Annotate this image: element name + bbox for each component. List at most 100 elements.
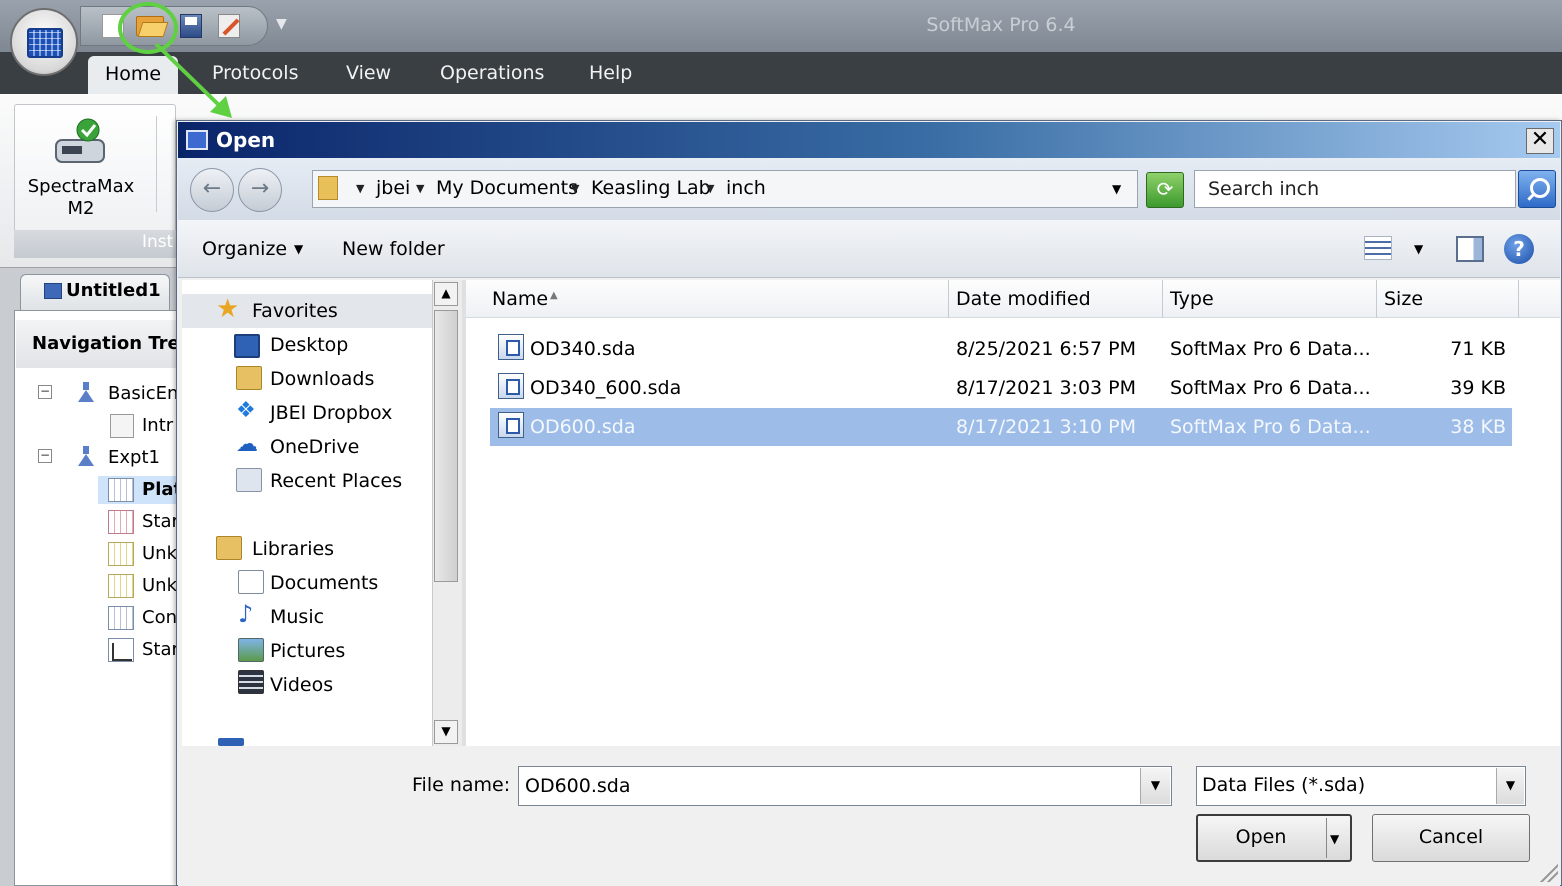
column-separator[interactable] (1376, 280, 1377, 318)
column-header-name[interactable]: Name (492, 288, 548, 310)
column-separator[interactable] (948, 280, 949, 318)
tree-item-standard-curve[interactable]: Star (142, 639, 179, 660)
downloads-icon (236, 366, 262, 390)
videos-icon (238, 670, 264, 694)
column-header-size[interactable]: Size (1384, 288, 1423, 310)
breadcrumb-inch[interactable]: inch (726, 177, 766, 199)
breadcrumb-chevron-icon[interactable]: ▼ (416, 182, 424, 195)
preview-pane-icon[interactable] (1456, 236, 1484, 262)
address-history-dropdown-icon[interactable]: ▼ (1112, 182, 1121, 196)
documents-icon (238, 570, 264, 594)
nav-music[interactable]: Music (270, 606, 324, 628)
nav-jbei-dropbox[interactable]: JBEI Dropbox (270, 402, 392, 424)
collapse-toggle[interactable]: − (38, 449, 52, 463)
open-options-dropdown-icon[interactable]: ▼ (1330, 832, 1339, 846)
scroll-down-icon[interactable]: ▼ (434, 720, 458, 744)
tree-item-intro[interactable]: Intr (142, 415, 173, 436)
tab-help[interactable]: Help (589, 62, 632, 84)
nav-downloads[interactable]: Downloads (270, 368, 374, 390)
folder-icon (318, 176, 338, 200)
nav-pictures[interactable]: Pictures (270, 640, 345, 662)
back-button[interactable]: ← (190, 168, 234, 212)
tab-view[interactable]: View (346, 62, 391, 84)
close-button[interactable]: ✕ (1526, 128, 1554, 154)
open-button-label[interactable]: Open (1196, 826, 1326, 848)
nav-documents[interactable]: Documents (270, 572, 378, 594)
tree-item-unknowns[interactable]: Unk (142, 543, 177, 564)
customize-toolbar-icon[interactable]: ▼ (276, 16, 287, 32)
file-type: SoftMax Pro 6 Data... (1170, 377, 1371, 399)
sda-file-icon (498, 373, 524, 399)
dialog-title-bar (178, 122, 1560, 158)
file-size: 38 KB (1450, 416, 1506, 438)
new-folder-button[interactable]: New folder (342, 238, 445, 260)
change-view-icon[interactable] (1364, 236, 1392, 260)
nav-videos[interactable]: Videos (270, 674, 333, 696)
scroll-thumb[interactable] (434, 310, 458, 582)
nav-onedrive[interactable]: OneDrive (270, 436, 359, 458)
breadcrumb-chevron-icon[interactable]: ▼ (571, 182, 579, 195)
file-type-dropdown-icon[interactable]: ▼ (1496, 768, 1524, 804)
organize-menu[interactable]: Organize (202, 238, 287, 260)
file-date: 8/17/2021 3:03 PM (956, 377, 1137, 399)
unknowns-icon (108, 574, 134, 598)
standards-icon (108, 510, 134, 534)
nav-recent-places[interactable]: Recent Places (270, 470, 402, 492)
star-icon: ★ (216, 294, 240, 324)
file-name-label: File name: (412, 774, 511, 796)
tree-item-controls[interactable]: Con (142, 607, 177, 628)
tree-item-expt1[interactable]: Expt1 (108, 447, 160, 468)
tree-item-standards[interactable]: Star (142, 511, 179, 532)
collapse-toggle[interactable]: − (38, 385, 52, 399)
instrument-icon[interactable] (52, 118, 110, 168)
breadcrumb-jbei[interactable]: jbei (376, 177, 410, 199)
file-name-input[interactable] (518, 766, 1172, 806)
save-icon[interactable] (180, 14, 202, 38)
standard-curve-icon (108, 638, 134, 662)
file-date: 8/17/2021 3:10 PM (956, 416, 1137, 438)
column-header-date-modified[interactable]: Date modified (956, 288, 1091, 310)
recent-places-icon (236, 468, 262, 492)
search-icon[interactable] (1518, 170, 1556, 208)
nav-libraries[interactable]: Libraries (252, 538, 334, 560)
refresh-button[interactable]: ⟳ (1146, 172, 1184, 208)
breadcrumb-my-documents[interactable]: My Documents (436, 177, 578, 199)
view-options-chevron-icon[interactable]: ▼ (1414, 242, 1423, 256)
resize-grip-icon[interactable] (1538, 862, 1558, 882)
cancel-button-label[interactable]: Cancel (1372, 826, 1530, 848)
breadcrumb-chevron-icon[interactable]: ▼ (356, 182, 364, 195)
libraries-icon (216, 536, 242, 560)
nav-desktop[interactable]: Desktop (270, 334, 348, 356)
file-type: SoftMax Pro 6 Data... (1170, 416, 1371, 438)
column-separator[interactable] (1162, 280, 1163, 318)
help-icon[interactable]: ? (1504, 234, 1534, 264)
controls-icon (108, 606, 134, 630)
tree-item-basicen[interactable]: BasicEn (108, 383, 178, 404)
experiment-flask-icon (78, 382, 94, 402)
nav-favorites[interactable]: Favorites (252, 300, 338, 322)
chevron-down-icon[interactable]: ▼ (294, 242, 303, 256)
breadcrumb-keasling-lab[interactable]: Keasling Lab (591, 177, 711, 199)
instrument-button-label[interactable]: SpectraMax M2 (20, 176, 142, 220)
tree-item-unknowns-2[interactable]: Unk (142, 575, 177, 596)
file-name-dropdown-icon[interactable]: ▼ (1140, 768, 1170, 804)
tab-operations[interactable]: Operations (440, 62, 544, 84)
document-tab-label: Untitled1 (66, 280, 161, 301)
file-name[interactable]: OD340.sda (530, 338, 636, 360)
breadcrumb-chevron-icon[interactable]: ▼ (706, 182, 714, 195)
file-size: 71 KB (1450, 338, 1506, 360)
scroll-up-icon[interactable]: ▲ (434, 282, 458, 306)
file-name[interactable]: OD340_600.sda (530, 377, 681, 399)
document-icon (44, 283, 62, 299)
plate-icon (108, 478, 134, 502)
column-separator[interactable] (1518, 280, 1519, 318)
annotation-arrow-icon (154, 42, 232, 118)
forward-button[interactable]: → (238, 168, 282, 212)
column-header-type[interactable]: Type (1170, 288, 1214, 310)
file-name[interactable]: OD600.sda (530, 416, 636, 438)
network-icon (218, 738, 244, 746)
file-type: SoftMax Pro 6 Data... (1170, 338, 1371, 360)
navigation-tree-title: Navigation Tree (32, 333, 192, 354)
application-menu-button[interactable] (10, 8, 78, 76)
edit-icon[interactable] (218, 14, 240, 38)
